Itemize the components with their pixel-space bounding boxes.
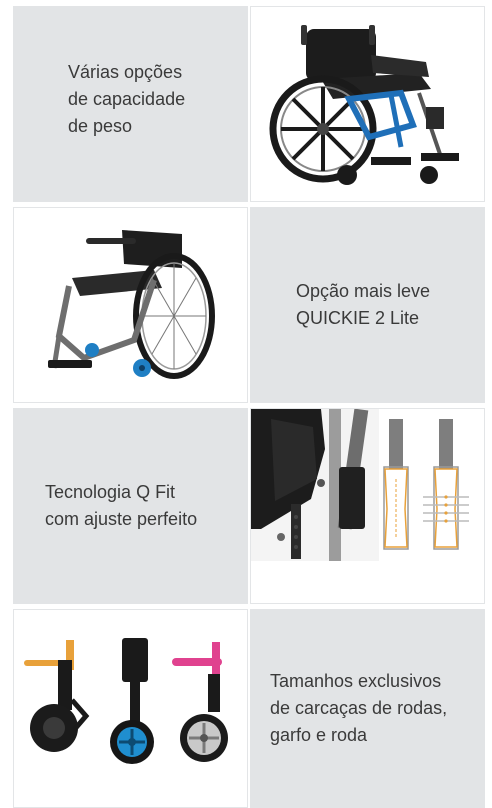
feature-image-tile [13, 207, 248, 403]
caster-fork-wheel-photo [24, 638, 228, 764]
feature-image-tile [250, 6, 485, 202]
lightweight-wheelchair-photo [48, 230, 215, 379]
qfit-frame-closeup-photo [251, 409, 469, 561]
feature-image-tile [13, 609, 248, 808]
feature-row-1: Várias opções de capacidade de peso [13, 6, 485, 202]
feature-row-4: Tamanhos exclusivos de carcaças de rodas… [13, 609, 485, 808]
bariatric-wheelchair-photo [269, 25, 459, 185]
feature-caption: Opção mais leve QUICKIE 2 Lite [296, 281, 431, 328]
feature-caption-tile: Tamanhos exclusivos de carcaças de rodas… [250, 609, 485, 808]
feature-caption-tile: Opção mais leve QUICKIE 2 Lite [250, 207, 485, 403]
feature-caption: Tamanhos exclusivos de carcaças de rodas… [270, 671, 448, 745]
feature-row-3: Tecnologia Q Fit com ajuste perfeito [13, 408, 485, 604]
feature-row-2: Opção mais leve QUICKIE 2 Lite [13, 207, 485, 403]
feature-image-tile [250, 408, 485, 604]
feature-caption-tile: Tecnologia Q Fit com ajuste perfeito [13, 408, 248, 604]
feature-caption: Tecnologia Q Fit com ajuste perfeito [45, 482, 198, 529]
feature-caption-tile: Várias opções de capacidade de peso [13, 6, 248, 202]
feature-caption: Várias opções de capacidade de peso [68, 61, 186, 136]
features-grid: Várias opções de capacidade de peso Opçã… [13, 6, 485, 808]
